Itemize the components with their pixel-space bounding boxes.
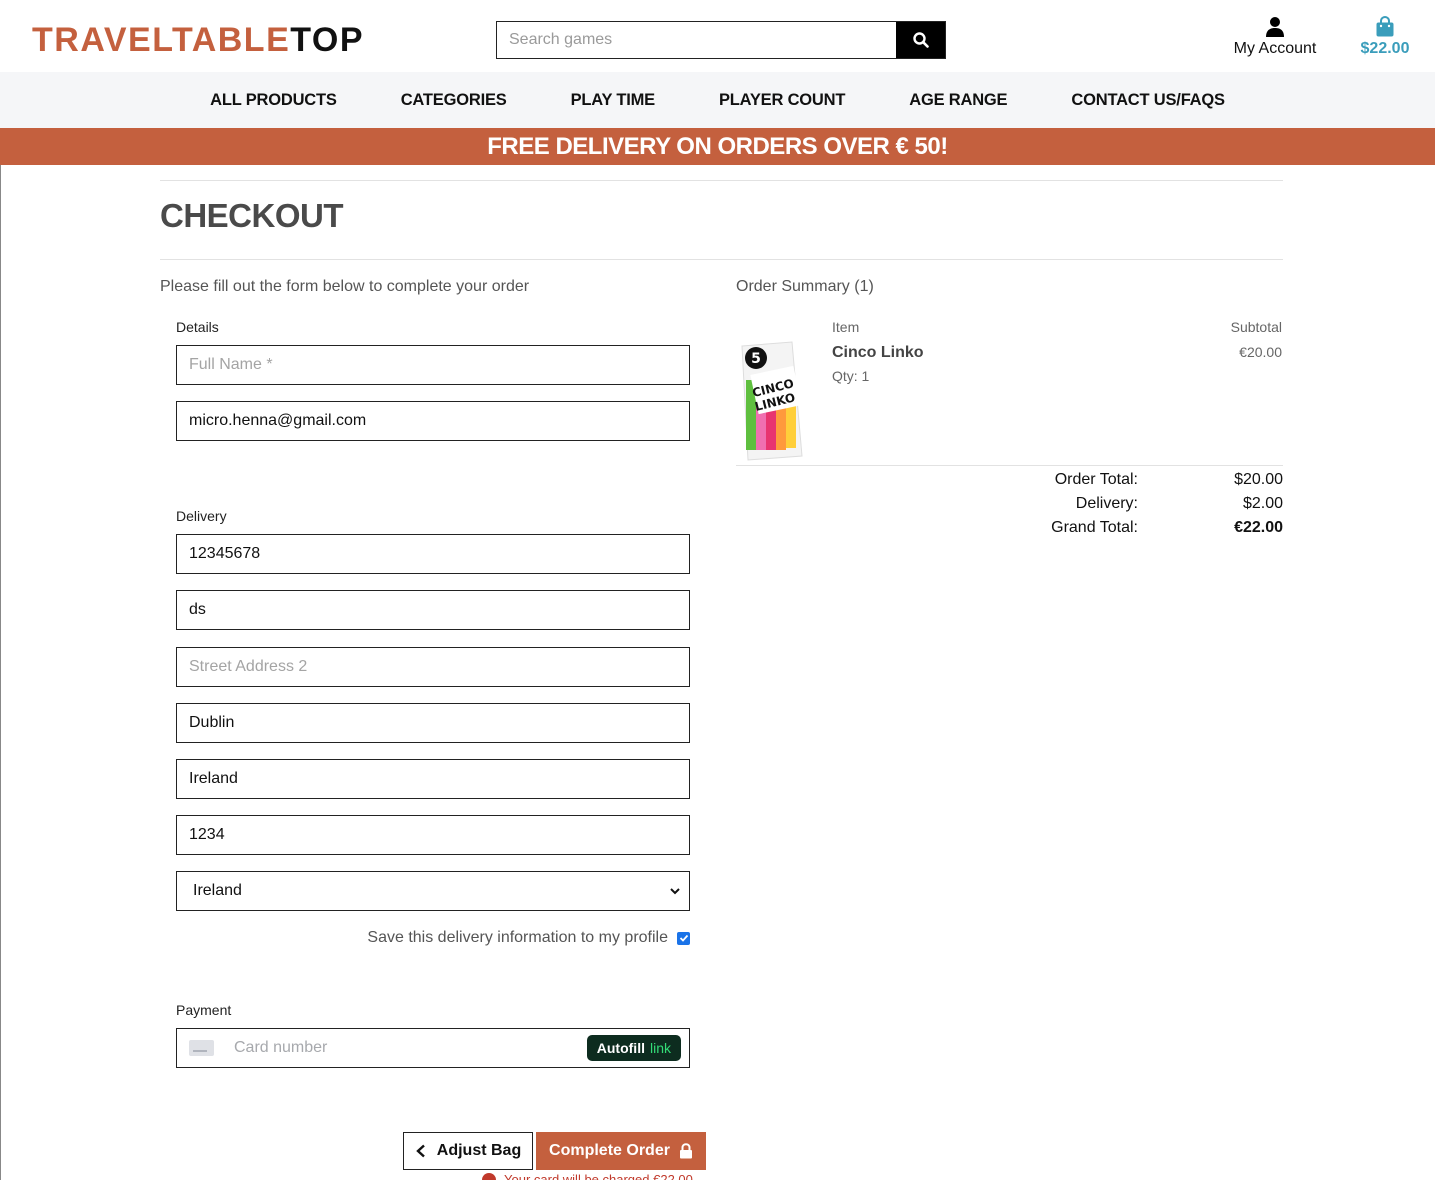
main-nav: ALL PRODUCTS CATEGORIES PLAY TIME PLAYER… [0, 72, 1435, 128]
complete-order-button[interactable]: Complete Order [536, 1132, 706, 1170]
nav-age-range[interactable]: AGE RANGE [909, 91, 1007, 110]
shopping-bag-icon [1352, 15, 1418, 40]
logo-part-2: TOP [290, 21, 365, 59]
charge-note: Your card will be charged €22.00 [482, 1172, 693, 1180]
phone-field [176, 534, 690, 574]
site-logo[interactable]: TRAVELTABLETOP [32, 20, 364, 60]
product-image[interactable]: 5 CINCO LINKO [736, 340, 804, 462]
search-icon [912, 32, 929, 48]
shopping-bag-link[interactable]: $22.00 [1352, 15, 1418, 58]
search-button[interactable] [896, 22, 945, 58]
details-label: Details [176, 319, 219, 335]
county-input[interactable] [189, 770, 677, 788]
country-selected-value: Ireland [193, 882, 242, 899]
box-art-number: 5 [751, 351, 761, 367]
postcode-field [176, 815, 690, 855]
charge-note-text: Your card will be charged €22.00 [504, 1172, 693, 1180]
full-name-input[interactable] [189, 356, 677, 374]
nav-player-count[interactable]: PLAYER COUNT [719, 91, 845, 110]
grand-total-value: €22.00 [1234, 519, 1283, 536]
save-info-label: Save this delivery information to my pro… [367, 929, 668, 946]
delivery-banner: FREE DELIVERY ON ORDERS OVER € 50! [0, 128, 1435, 165]
autofill-link-button[interactable]: Autofill link [586, 1035, 681, 1061]
summary-divider [736, 465, 1283, 466]
nav-all-products[interactable]: ALL PRODUCTS [210, 91, 337, 110]
autofill-label: Autofill [596, 1040, 645, 1056]
full-name-field [176, 345, 690, 385]
order-summary-title: Order Summary (1) [736, 278, 874, 295]
chevron-left-icon [415, 1144, 425, 1158]
order-total-value: $20.00 [1234, 471, 1283, 488]
search-bar [496, 21, 946, 59]
logo-part-1: TRAVELTABLE [32, 21, 291, 59]
phone-input[interactable] [189, 545, 677, 563]
search-input[interactable] [497, 22, 896, 58]
town-input[interactable] [189, 714, 677, 732]
checkmark-icon [679, 934, 688, 942]
user-icon [1228, 16, 1322, 40]
complete-order-label: Complete Order [549, 1142, 670, 1159]
card-number-placeholder: Card number [234, 1039, 328, 1056]
bag-total: $22.00 [1360, 40, 1410, 57]
street-address-1-input[interactable] [189, 601, 677, 619]
my-account-label: My Account [1233, 40, 1317, 57]
form-intro: Please fill out the form below to comple… [160, 278, 530, 295]
delivery-cost-value: $2.00 [1242, 495, 1283, 512]
item-column-header: Item [832, 319, 860, 335]
street-address-2-input[interactable] [189, 658, 677, 676]
postcode-input[interactable] [189, 826, 677, 844]
warning-icon [482, 1172, 496, 1180]
divider [160, 180, 1283, 181]
adjust-bag-button[interactable]: Adjust Bag [403, 1132, 533, 1170]
subtotal-column-header: Subtotal [1230, 319, 1282, 335]
county-field [176, 759, 690, 799]
delivery-cost-label: Delivery: [1075, 495, 1138, 512]
page-title: CHECKOUT [160, 197, 344, 234]
street-address-1-field [176, 590, 690, 630]
my-account-link[interactable]: My Account [1228, 16, 1322, 58]
product-name[interactable]: Cinco Linko [832, 344, 924, 362]
card-number-field[interactable]: Card number Autofill link [176, 1028, 690, 1068]
payment-label: Payment [176, 1002, 232, 1018]
email-input[interactable] [189, 412, 677, 430]
save-info-row: Save this delivery information to my pro… [176, 929, 690, 947]
grand-total-label: Grand Total: [1051, 519, 1138, 536]
autofill-link-text: link [649, 1040, 671, 1056]
nav-categories[interactable]: CATEGORIES [401, 91, 507, 110]
lock-icon [679, 1143, 692, 1159]
town-field [176, 703, 690, 743]
adjust-bag-label: Adjust Bag [436, 1142, 522, 1159]
street-address-2-field [176, 647, 690, 687]
product-qty: Qty: 1 [832, 368, 870, 384]
country-select[interactable]: Ireland [176, 871, 690, 911]
site-header: TRAVELTABLETOP My Account [0, 0, 1435, 72]
chevron-down-icon [670, 888, 680, 895]
delivery-label: Delivery [176, 508, 227, 524]
nav-contact-faqs[interactable]: CONTACT US/FAQS [1071, 91, 1225, 110]
product-subtotal: €20.00 [1239, 344, 1282, 360]
email-field [176, 401, 690, 441]
save-info-checkbox[interactable] [677, 931, 690, 945]
credit-card-icon [189, 1040, 214, 1056]
nav-play-time[interactable]: PLAY TIME [571, 91, 656, 110]
page-border [0, 0, 1, 1180]
divider [160, 259, 1283, 260]
order-total-label: Order Total: [1054, 471, 1138, 488]
